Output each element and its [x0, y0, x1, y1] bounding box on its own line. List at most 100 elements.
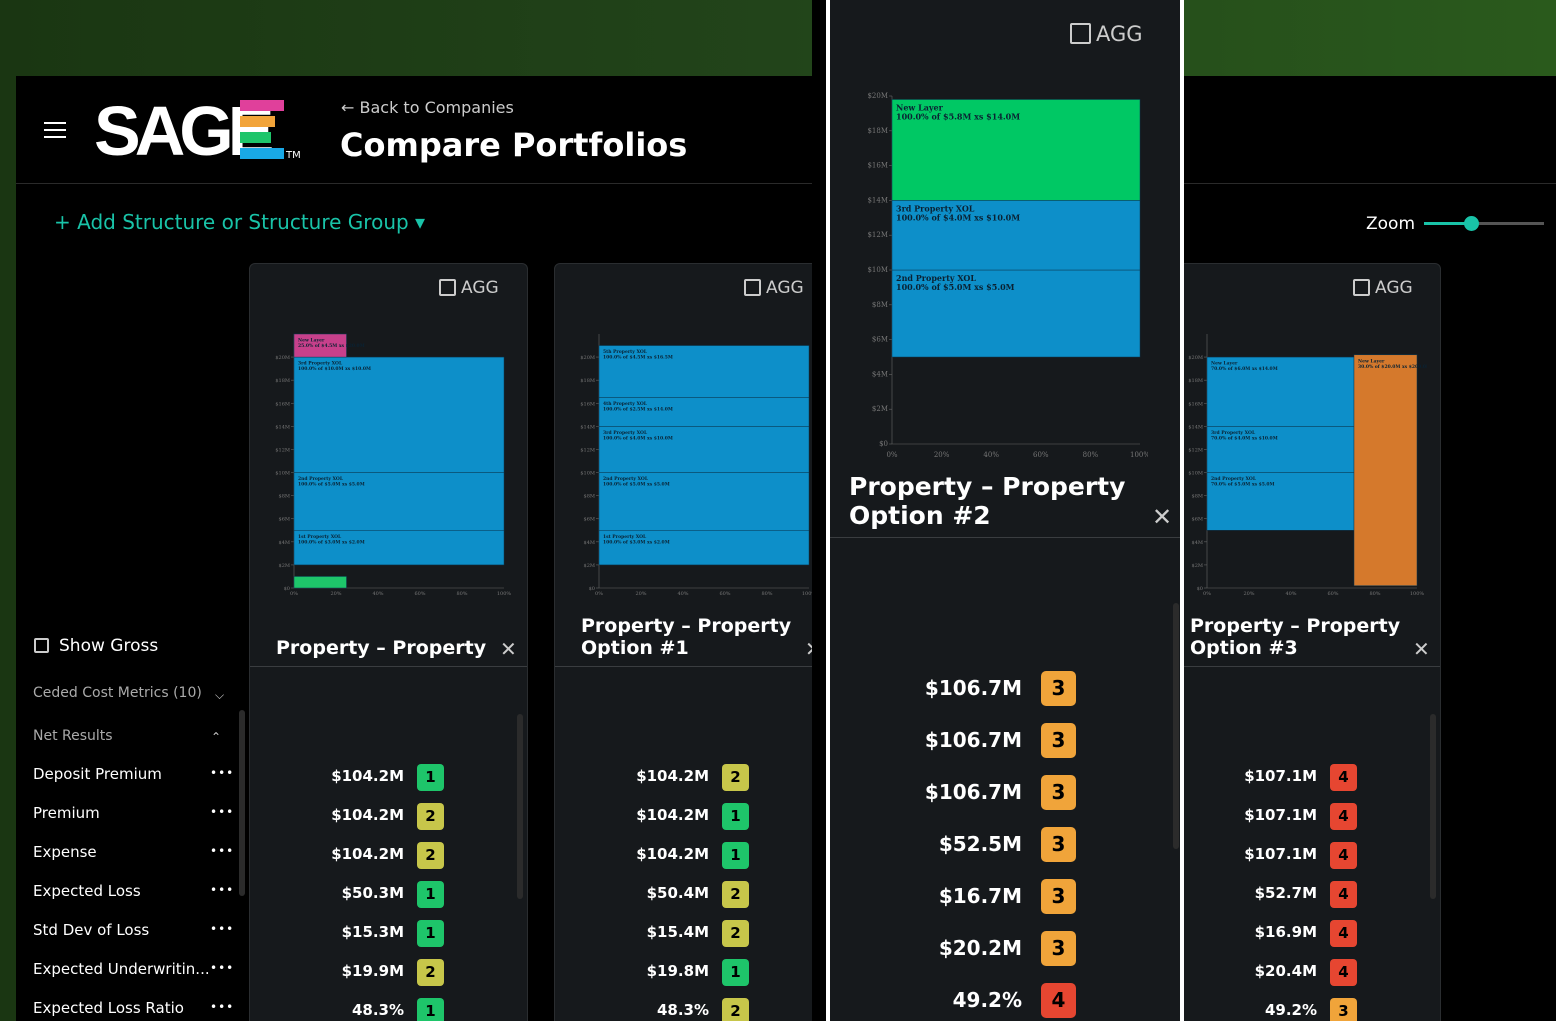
x-tick-label: 60% — [1033, 451, 1049, 459]
layer-label: New Layer — [1358, 358, 1385, 364]
x-tick-label: 80% — [1083, 451, 1099, 459]
metric-value: $106.7M — [924, 676, 1022, 700]
metric-value: 48.3% — [351, 1001, 404, 1019]
metric-value: $19.9M — [341, 962, 404, 980]
y-tick-label: $0 — [1197, 586, 1203, 592]
checkbox-icon[interactable] — [1353, 279, 1370, 296]
metric-value: $20.2M — [938, 936, 1022, 960]
x-tick-label: 40% — [1285, 591, 1296, 597]
checkbox-icon[interactable] — [439, 279, 456, 296]
x-tick-label: 20% — [330, 591, 341, 597]
y-tick-label: $6M — [872, 336, 888, 344]
more-options-icon[interactable]: ••• — [210, 922, 234, 936]
card-scrollbar[interactable] — [1430, 714, 1436, 899]
more-options-icon[interactable]: ••• — [210, 766, 234, 780]
add-structure-button[interactable]: + Add Structure or Structure Group ▾ — [54, 210, 425, 234]
metric-value: $104.2M — [636, 806, 709, 824]
zoom-slider-track[interactable] — [1424, 222, 1544, 225]
rank-badge: 3 — [1330, 998, 1357, 1021]
rank-badge: 4 — [1330, 959, 1357, 986]
layer-desc: 70.0% of $6.0M xs $14.0M — [1211, 366, 1278, 372]
zoom-slider-handle[interactable] — [1464, 216, 1479, 231]
card-title-line1: Property – Property — [581, 615, 792, 637]
more-options-icon[interactable]: ••• — [210, 961, 234, 975]
more-options-icon[interactable]: ••• — [210, 883, 234, 897]
layer-tower-chart: $0 $2M $4M $6M $8M $10M $12M $14M $16M $18M $20M 0%… — [569, 328, 819, 598]
layer-label: 3rd Property XOL — [298, 361, 343, 367]
chevron-down-icon[interactable]: ⌵ — [215, 688, 224, 703]
metric-value: $16.7M — [938, 884, 1022, 908]
layer-bar — [293, 356, 505, 473]
y-tick-label: $18M — [1188, 378, 1203, 384]
rank-badge: 4 — [1330, 842, 1357, 869]
rank-badge: 4 — [1330, 881, 1357, 908]
card-title-line2: Option #2 — [849, 501, 991, 530]
layer-label: 1st Property XOL — [298, 534, 342, 540]
metric-value: $15.4M — [646, 923, 709, 941]
agg-toggle[interactable]: AGG — [1353, 278, 1413, 298]
rank-badge: 3 — [1041, 723, 1076, 758]
card-divider — [830, 537, 1180, 538]
close-icon[interactable]: ✕ — [1413, 637, 1430, 661]
chevron-up-icon[interactable]: ⌃ — [211, 730, 221, 744]
x-tick-label: 80% — [1369, 591, 1380, 597]
more-options-icon[interactable]: ••• — [210, 1000, 234, 1014]
close-icon[interactable]: ✕ — [500, 637, 517, 661]
layer-bar — [1353, 354, 1418, 586]
card-scrollbar[interactable] — [1173, 603, 1179, 849]
card-divider — [250, 666, 527, 667]
layer-label: 4th Property XOL — [603, 401, 648, 407]
dragged-portfolio-card[interactable]: AGG $0 $2M $4M $6M $8M $10M $12M $14M $16M $18M $2… — [826, 0, 1184, 1021]
y-tick-label: $14M — [867, 196, 888, 204]
rank-badge: 4 — [1330, 764, 1357, 791]
x-tick-label: 0% — [886, 451, 897, 459]
x-tick-label: 40% — [677, 591, 688, 597]
y-tick-label: $0 — [879, 440, 888, 448]
layer-bar — [293, 576, 347, 589]
x-tick-label: 40% — [983, 451, 999, 459]
hamburger-menu-icon[interactable] — [44, 122, 66, 138]
net-results-header[interactable]: Net Results — [33, 728, 113, 744]
chart-svg: $0 $2M $4M $6M $8M $10M $12M $14M $16M $18M $20M 0%… — [867, 92, 1148, 459]
y-tick-label: $14M — [580, 424, 595, 430]
metric-value: 49.2% — [1264, 1001, 1317, 1019]
y-tick-label: $2M — [584, 563, 595, 569]
agg-toggle[interactable]: AGG — [744, 278, 804, 298]
rank-badge: 1 — [417, 881, 444, 908]
y-tick-label: $14M — [275, 424, 290, 430]
agg-toggle[interactable]: AGG — [439, 278, 499, 298]
agg-toggle[interactable]: AGG — [1070, 22, 1143, 46]
checkbox-icon[interactable] — [744, 279, 761, 296]
y-tick-label: $4M — [1192, 540, 1203, 546]
more-options-icon[interactable]: ••• — [210, 805, 234, 819]
ceded-cost-metrics-header[interactable]: Ceded Cost Metrics (10) — [33, 685, 202, 701]
sidebar-scrollbar[interactable] — [239, 710, 245, 896]
rank-badge: 2 — [722, 881, 749, 908]
checkbox-icon[interactable] — [1070, 23, 1091, 44]
metric-label: Premium — [33, 804, 100, 822]
checkbox-icon[interactable] — [34, 638, 49, 653]
show-gross-checkbox[interactable]: Show Gross — [34, 636, 158, 656]
metric-value: $20.4M — [1254, 962, 1317, 980]
layer-desc: 100.0% of $5.0M xs $5.0M — [896, 282, 1015, 292]
more-options-icon[interactable]: ••• — [210, 844, 234, 858]
rank-badge: 2 — [722, 920, 749, 947]
rank-badge: 4 — [1330, 920, 1357, 947]
back-to-companies-link[interactable]: ← Back to Companies — [341, 98, 514, 117]
portfolio-card-3: AGG $0 $2M $4M $6M $8M $10M $12M $14M $16M $18M $2… — [1162, 263, 1441, 1021]
logo-color-bars — [240, 100, 284, 160]
rank-badge: 2 — [417, 959, 444, 986]
layer-tower-chart: $0 $2M $4M $6M $8M $10M $12M $14M $16M $18M $20M 0%… — [848, 90, 1148, 460]
card-scrollbar[interactable] — [517, 714, 523, 899]
x-tick-label: 80% — [761, 591, 772, 597]
metric-value: 49.2% — [952, 988, 1022, 1012]
metric-value: $19.8M — [646, 962, 709, 980]
close-icon[interactable]: ✕ — [1152, 503, 1172, 531]
y-tick-label: $6M — [584, 517, 595, 523]
card-title: Property – Property — [276, 637, 486, 659]
x-tick-label: 20% — [635, 591, 646, 597]
y-tick-label: $12M — [275, 447, 290, 453]
rank-badge: 2 — [417, 842, 444, 869]
card-title: Property – Property Option #3 — [1190, 615, 1400, 659]
x-tick-label: 0% — [290, 591, 298, 597]
